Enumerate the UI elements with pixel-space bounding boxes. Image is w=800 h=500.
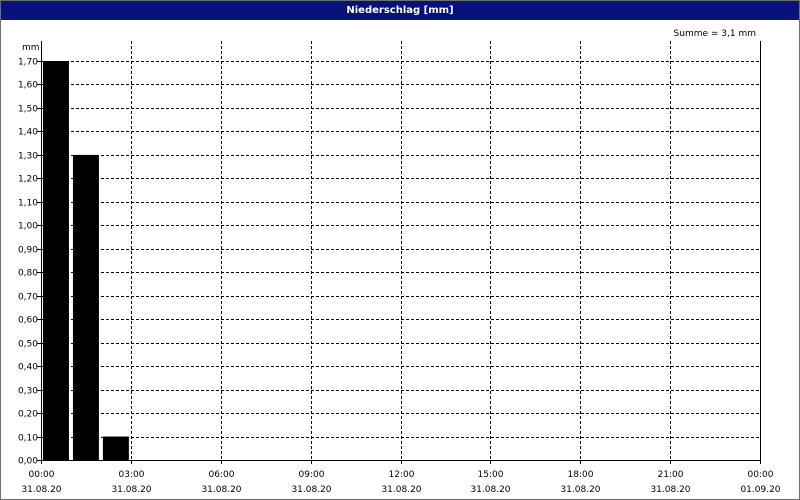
x-tick-date-label: 31.08.20 <box>111 485 151 495</box>
y-tick-label: 0,70 <box>18 293 38 303</box>
x-tick-time-label: 09:00 <box>299 470 325 480</box>
x-tick-date-label: 31.08.20 <box>470 485 510 495</box>
y-tick-label: 1,50 <box>18 105 38 115</box>
y-tick-label: 1,00 <box>18 222 38 232</box>
grid-lines <box>41 41 760 460</box>
y-tick-label: 0,80 <box>18 269 38 279</box>
y-tick-labels: 0,00 0,10 0,20 0,30 0,40 0,50 0,60 0,70 0,80 0,90… <box>18 58 38 467</box>
precipitation-bar <box>102 436 129 460</box>
y-tick-label: 0,90 <box>18 246 38 256</box>
x-tick-time-label: 00:00 <box>29 470 55 480</box>
y-tick-label: 0,30 <box>18 387 38 397</box>
y-tick-label: 0,50 <box>18 340 38 350</box>
x-tick-date-label: 31.08.20 <box>291 485 331 495</box>
precipitation-chart: 0,00 0,10 0,20 0,30 0,40 0,50 0,60 0,70 0,80 0,90… <box>18 29 781 495</box>
axes-group <box>37 41 761 464</box>
x-tick-date-label: 31.08.20 <box>381 485 421 495</box>
x-tick-date-label: 01.09.20 <box>740 485 780 495</box>
x-tick-time-label: 12:00 <box>389 470 415 480</box>
y-tick-label: 1,30 <box>18 152 38 162</box>
y-tick-label: 0,20 <box>18 410 38 420</box>
y-tick-label: 1,10 <box>18 199 38 209</box>
x-tick-time-label: 03:00 <box>119 470 145 480</box>
x-tick-date-label: 31.08.20 <box>650 485 690 495</box>
y-tick-label: 0,00 <box>18 457 38 467</box>
y-tick-label: 0,10 <box>18 434 38 444</box>
y-tick-label: 1,60 <box>18 81 38 91</box>
chart-window: Niederschlag [mm] 0,00 0,10 0,20 0,30 0,40 0,… <box>0 0 800 500</box>
y-tick-label: 1,40 <box>18 128 38 138</box>
x-tick-date-label: 31.08.20 <box>21 485 61 495</box>
precipitation-bar <box>72 154 99 460</box>
x-tick-time-label: 15:00 <box>478 470 504 480</box>
y-tick-label: 1,20 <box>18 175 38 185</box>
sum-annotation: Summe = 3,1 mm <box>674 29 756 39</box>
x-tick-time-label: 21:00 <box>658 470 684 480</box>
x-tick-time-label: 18:00 <box>568 470 594 480</box>
x-tick-labels: 00:00 31.08.20 03:00 31.08.20 06:00 31.08.20 0… <box>21 470 780 495</box>
y-tick-label: 0,60 <box>18 316 38 326</box>
x-tick-date-label: 31.08.20 <box>201 485 241 495</box>
x-tick-time-label: 06:00 <box>209 470 235 480</box>
y-tick-label: 0,40 <box>18 363 38 373</box>
bars-group <box>43 61 129 460</box>
x-tick-date-label: 31.08.20 <box>560 485 600 495</box>
y-axis-unit-label: mm <box>22 43 40 53</box>
y-tick-label: 1,70 <box>18 58 38 68</box>
precipitation-bar <box>43 61 69 460</box>
x-tick-time-label: 00:00 <box>748 470 774 480</box>
